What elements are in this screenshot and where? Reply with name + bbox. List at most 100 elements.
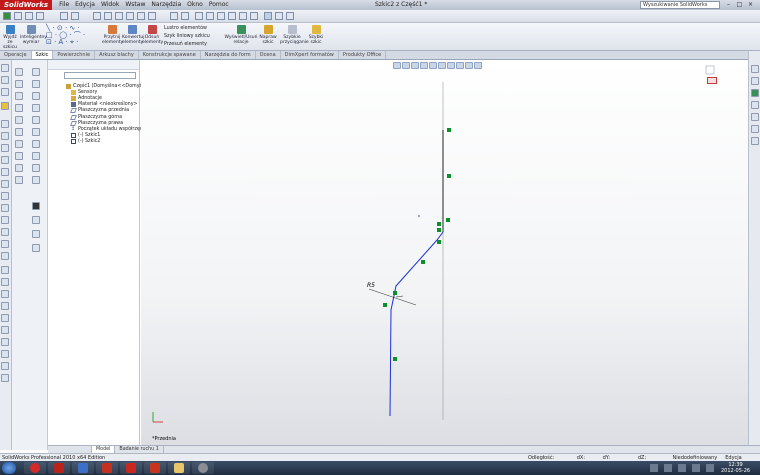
network-icon[interactable] bbox=[678, 464, 686, 472]
section-view-icon[interactable] bbox=[148, 12, 156, 20]
rotate-icon[interactable] bbox=[115, 12, 123, 20]
tree-node-part[interactable]: Część1 (Domyślna<<Domyśln bbox=[66, 83, 146, 89]
rapid-sketch-button[interactable]: Szybki szkic bbox=[306, 25, 326, 45]
tool-icon[interactable] bbox=[1, 326, 9, 334]
taskbar-app[interactable] bbox=[48, 462, 70, 474]
menu-item[interactable]: File bbox=[56, 0, 72, 10]
rectangle-icon[interactable] bbox=[32, 68, 40, 76]
menu-item[interactable]: Pomoc bbox=[206, 0, 232, 10]
tool-icon[interactable] bbox=[1, 156, 9, 164]
zoom-area-icon[interactable] bbox=[104, 12, 112, 20]
circle-icon[interactable] bbox=[15, 80, 23, 88]
relation-marker[interactable] bbox=[421, 260, 425, 264]
clock[interactable]: 12:39 2012-05-26 bbox=[721, 462, 750, 474]
mirror-button[interactable]: Lustro elementów bbox=[164, 25, 222, 33]
taskbar-app[interactable] bbox=[24, 462, 46, 474]
tab-dimxpert[interactable]: DimXpert formatów bbox=[281, 51, 339, 59]
tab-sheet-metal[interactable]: Arkusz blachy bbox=[95, 51, 139, 59]
relation-marker[interactable] bbox=[447, 128, 451, 132]
relation-marker[interactable] bbox=[437, 228, 441, 232]
relations-button[interactable]: Wyświetl/Usuń relacje bbox=[224, 25, 258, 45]
appearances-icon[interactable] bbox=[751, 125, 759, 133]
relation-marker[interactable] bbox=[447, 174, 451, 178]
tab-sketch[interactable]: Szkic bbox=[31, 51, 54, 59]
menu-item[interactable]: Widok bbox=[98, 0, 122, 10]
relation-marker[interactable] bbox=[393, 357, 397, 361]
start-button[interactable] bbox=[2, 462, 16, 474]
move-icon[interactable] bbox=[32, 152, 40, 160]
search-icon[interactable] bbox=[751, 101, 759, 109]
sketch-entities-group[interactable]: ╲ · ⊙ · ∿ · □ · ◯ · ⌒ · ⊡ · A · ⌖ · bbox=[46, 25, 98, 47]
tool-icon[interactable] bbox=[1, 102, 9, 110]
polygon-icon[interactable] bbox=[32, 92, 40, 100]
menu-item[interactable]: Okno bbox=[184, 0, 206, 10]
tool-icon[interactable] bbox=[1, 302, 9, 310]
tool-icon[interactable] bbox=[1, 120, 9, 128]
relation-marker[interactable] bbox=[446, 218, 450, 222]
maximize-button[interactable]: □ bbox=[735, 1, 744, 9]
repair-sketch-button[interactable]: Napraw szkic bbox=[258, 25, 278, 45]
graphics-area[interactable]: R5 *Przednia bbox=[141, 60, 748, 445]
tool-icon[interactable] bbox=[32, 230, 40, 238]
tab-surfaces[interactable]: Powierzchnie bbox=[53, 51, 96, 59]
rebuild-icon[interactable] bbox=[3, 12, 11, 20]
tool-icon[interactable] bbox=[1, 350, 9, 358]
close-button[interactable]: × bbox=[746, 1, 755, 9]
save-icon[interactable] bbox=[217, 12, 225, 20]
line-icon[interactable] bbox=[15, 68, 23, 76]
arc-icon[interactable] bbox=[32, 80, 40, 88]
sketch-profile[interactable] bbox=[389, 231, 444, 417]
redo-icon[interactable] bbox=[250, 12, 258, 20]
tab-mold-tools[interactable]: Narzędzia do form bbox=[201, 51, 256, 59]
tab-weldments[interactable]: Konstrukcje spawane bbox=[139, 51, 201, 59]
view-cube-icon[interactable] bbox=[705, 65, 715, 75]
print-icon[interactable] bbox=[60, 12, 68, 20]
tool-icon[interactable] bbox=[1, 168, 9, 176]
offset-icon[interactable] bbox=[15, 140, 23, 148]
text-icon[interactable] bbox=[32, 104, 40, 112]
taskbar-app[interactable] bbox=[96, 462, 118, 474]
pattern-icon[interactable] bbox=[15, 152, 23, 160]
dimension-icon[interactable] bbox=[32, 164, 40, 172]
tool-icon[interactable] bbox=[1, 228, 9, 236]
tool-icon[interactable] bbox=[1, 252, 9, 260]
tool-icon[interactable] bbox=[1, 240, 9, 248]
radius-dimension[interactable]: R5 bbox=[367, 282, 375, 289]
menu-item[interactable]: Edycja bbox=[72, 0, 98, 10]
display-style-icon[interactable] bbox=[137, 12, 145, 20]
centerline-icon[interactable] bbox=[32, 116, 40, 124]
block-icon[interactable] bbox=[15, 176, 23, 184]
tab-features[interactable]: Operacje bbox=[0, 51, 32, 59]
zoom-fit-icon[interactable] bbox=[93, 12, 101, 20]
tab-office-products[interactable]: Produkty Office bbox=[339, 51, 387, 59]
smart-dimension-button[interactable]: Inteligentny wymiar bbox=[20, 25, 47, 45]
tool-icon[interactable] bbox=[32, 216, 40, 224]
file-explorer-icon[interactable] bbox=[751, 89, 759, 97]
appearance-icon[interactable] bbox=[170, 12, 178, 20]
relation-marker[interactable] bbox=[393, 291, 397, 295]
offset-entities-button[interactable]: Odsuń elementy bbox=[142, 25, 163, 45]
tray-icon[interactable] bbox=[650, 464, 658, 472]
tool-icon[interactable] bbox=[1, 338, 9, 346]
relations-icon[interactable] bbox=[15, 164, 23, 172]
tool-icon[interactable] bbox=[1, 266, 9, 274]
taskbar-app[interactable] bbox=[192, 462, 214, 474]
taskbar-app[interactable] bbox=[72, 462, 94, 474]
extend-icon[interactable] bbox=[32, 128, 40, 136]
tree-node-sketch2[interactable]: (-) Szkic2 bbox=[71, 139, 146, 145]
menu-item[interactable]: Wstaw bbox=[122, 0, 148, 10]
solidworks-resources-icon[interactable] bbox=[751, 65, 759, 73]
tool-icon[interactable] bbox=[1, 132, 9, 140]
point-icon[interactable] bbox=[15, 116, 23, 124]
design-library-icon[interactable] bbox=[751, 77, 759, 85]
tool-icon[interactable] bbox=[1, 88, 9, 96]
print-icon[interactable] bbox=[228, 12, 236, 20]
open-icon[interactable] bbox=[206, 12, 214, 20]
taskbar-app[interactable] bbox=[144, 462, 166, 474]
trim-icon[interactable] bbox=[15, 128, 23, 136]
tool-icon[interactable] bbox=[1, 204, 9, 212]
trim-button[interactable]: Przytnij elementy bbox=[102, 25, 123, 45]
rebuild-icon[interactable] bbox=[275, 12, 283, 20]
tab-motion-study[interactable]: Badanie ruchu 1 bbox=[115, 446, 164, 453]
tree-node-material[interactable]: Materiał <nieokreślony> bbox=[71, 102, 146, 108]
